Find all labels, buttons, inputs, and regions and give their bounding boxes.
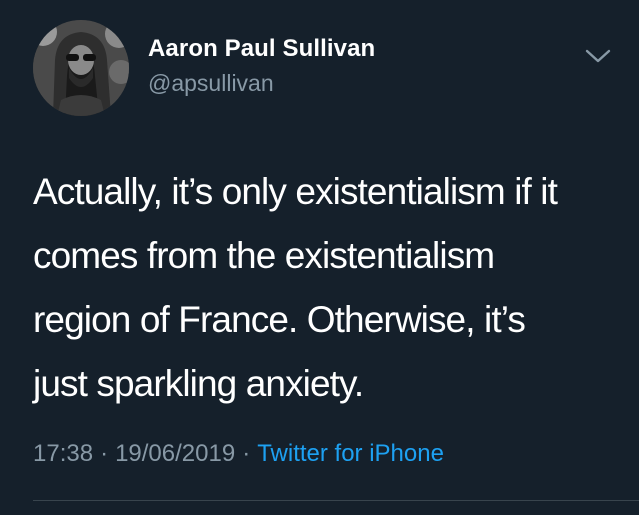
tweet-date[interactable]: 19/06/2019 <box>115 440 235 467</box>
meta-separator: · <box>242 440 251 467</box>
tweet-text-line: just sparkling anxiety. <box>33 363 364 404</box>
meta-separator: · <box>100 440 109 467</box>
tweet-menu-button[interactable] <box>582 40 614 70</box>
tweet-time[interactable]: 17:38 <box>33 440 93 467</box>
author-handle[interactable]: @apsullivan <box>148 70 274 97</box>
tweet-text-line: comes from the existentialism <box>33 235 495 276</box>
tweet-text-line: region of France. Otherwise, it’s <box>33 299 526 340</box>
tweet-card: Aaron Paul Sullivan @apsullivan Actually… <box>0 0 639 515</box>
avatar[interactable] <box>33 20 129 116</box>
chevron-down-icon <box>585 49 611 63</box>
tweet-metadata: 17:38 · 19/06/2019 · Twitter for iPhone <box>33 440 444 468</box>
tweet-text: Actually, it’s only existentialism if it… <box>33 160 623 416</box>
tweet-text-line: Actually, it’s only existentialism if it <box>33 171 558 212</box>
author-display-name[interactable]: Aaron Paul Sullivan <box>148 35 375 63</box>
divider <box>33 500 639 501</box>
tweet-source-link[interactable]: Twitter for iPhone <box>257 440 444 467</box>
profile-photo-icon <box>33 20 129 116</box>
